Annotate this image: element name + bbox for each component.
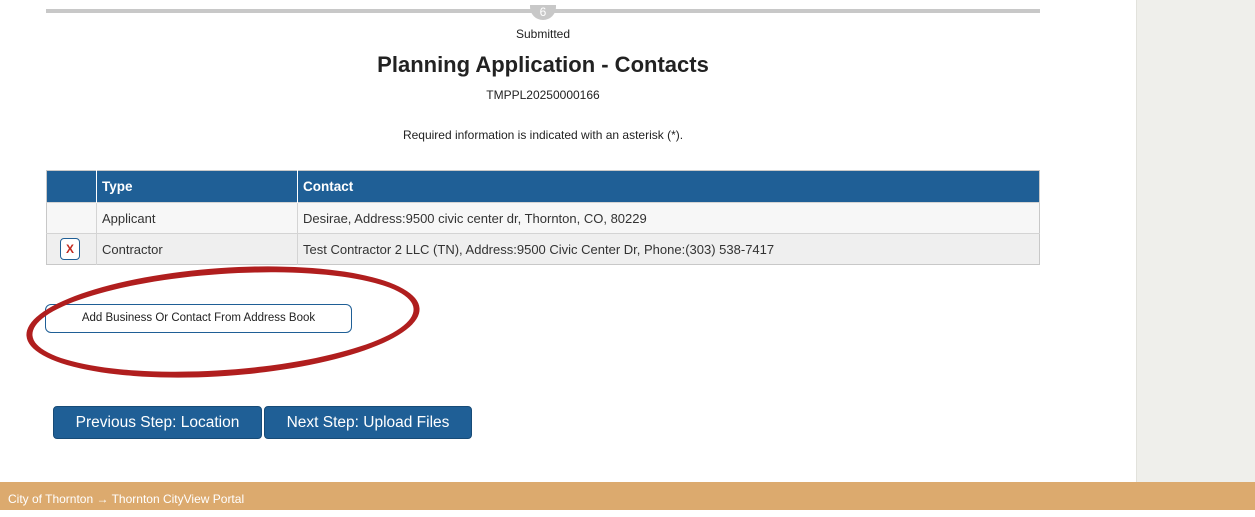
- main-content: 6 Submitted Planning Application - Conta…: [0, 0, 1136, 482]
- contact-type-cell: Contractor: [96, 233, 298, 265]
- step-number-badge: 6: [530, 5, 556, 20]
- column-header-contact: Contact: [297, 170, 1040, 203]
- contact-details-cell: Desirae, Address:9500 civic center dr, T…: [297, 202, 1040, 234]
- contacts-table: Type Contact Applicant Desirae, Address:…: [46, 170, 1040, 265]
- table-row: X Contractor Test Contractor 2 LLC (TN),…: [46, 233, 1040, 265]
- application-reference-number: TMPPL20250000166: [486, 88, 600, 102]
- contact-details-cell: Test Contractor 2 LLC (TN), Address:9500…: [297, 233, 1040, 265]
- add-contact-from-address-book-button[interactable]: Add Business Or Contact From Address Boo…: [45, 304, 352, 333]
- row-action-cell: [46, 202, 97, 234]
- column-header-type: Type: [96, 170, 298, 203]
- previous-step-button[interactable]: Previous Step: Location: [53, 406, 262, 439]
- row-action-cell: X: [46, 233, 97, 265]
- table-header-row: Type Contact: [46, 170, 1040, 203]
- page-title: Planning Application - Contacts: [377, 52, 709, 77]
- next-step-button[interactable]: Next Step: Upload Files: [264, 406, 472, 439]
- contact-type-cell: Applicant: [96, 202, 298, 234]
- column-header-action: [46, 170, 97, 203]
- required-info-note: Required information is indicated with a…: [402, 128, 684, 142]
- step-label: Submitted: [515, 27, 571, 41]
- right-side-panel: [1136, 0, 1255, 482]
- remove-contact-button[interactable]: X: [60, 238, 80, 260]
- footer-breadcrumb: City of Thornton → Thornton CityView Por…: [0, 482, 1255, 510]
- table-row: Applicant Desirae, Address:9500 civic ce…: [46, 202, 1040, 234]
